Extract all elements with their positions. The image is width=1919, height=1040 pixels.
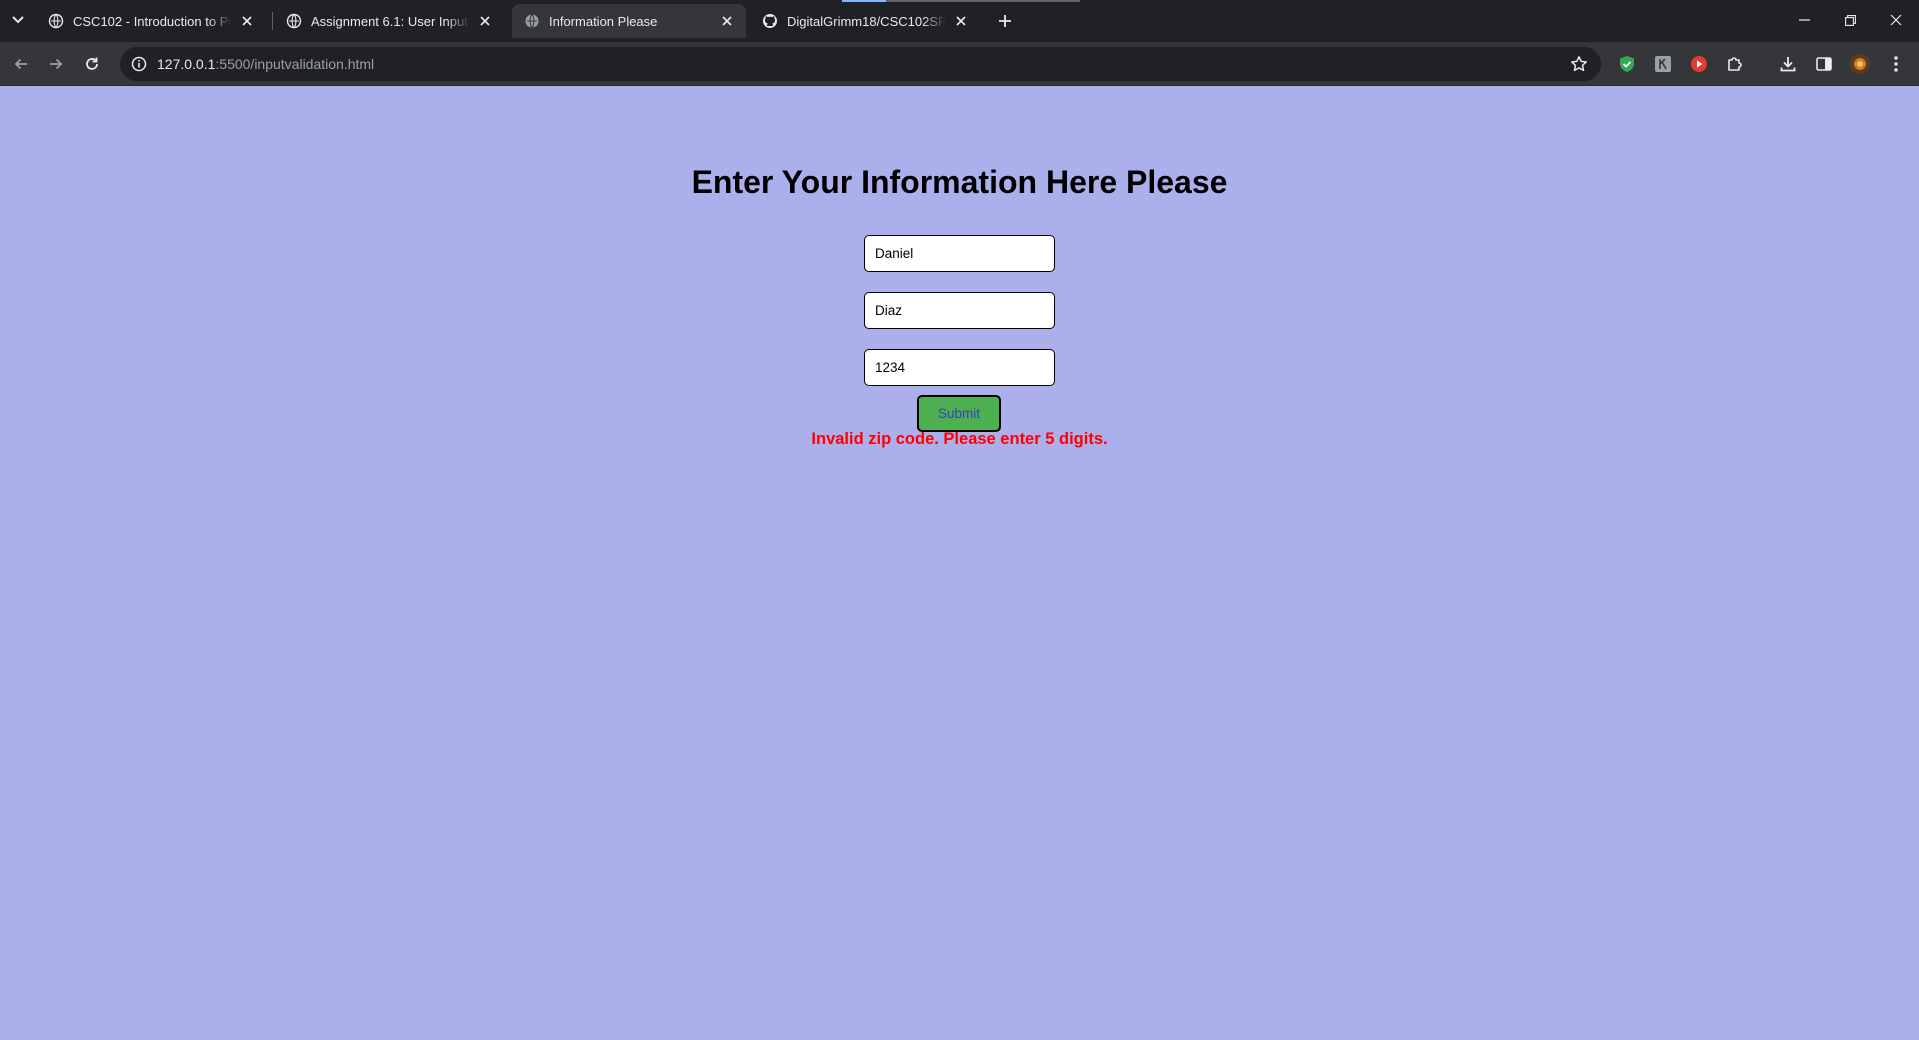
address-bar[interactable]: 127.0.0.1:5500/inputvalidation.html: [120, 47, 1601, 81]
page-content: Enter Your Information Here Please Submi…: [0, 86, 1919, 1040]
restore-window-icon[interactable]: [1827, 0, 1873, 40]
tab-csc102[interactable]: CSC102 - Introduction to Programming: [36, 4, 266, 38]
profile-avatar[interactable]: [1849, 53, 1871, 75]
url-path: :5500/inputvalidation.html: [215, 56, 375, 72]
tab-information-please[interactable]: Information Please: [512, 4, 746, 38]
shield-extension-icon[interactable]: [1616, 53, 1638, 75]
tab-title: DigitalGrimm18/CSC102SP2401: [787, 13, 946, 29]
browser-menu-icon[interactable]: [1885, 53, 1907, 75]
tab-title: Assignment 6.1: User Input Validation: [311, 13, 470, 29]
url-text[interactable]: 127.0.0.1:5500/inputvalidation.html: [157, 56, 374, 72]
globe-icon: [48, 13, 64, 29]
bookmark-star-icon[interactable]: [1569, 54, 1589, 74]
close-tab-icon[interactable]: [238, 12, 256, 30]
browser-toolbar: 127.0.0.1:5500/inputvalidation.html: [0, 42, 1919, 86]
last-name-input[interactable]: [864, 292, 1055, 329]
forward-arrow-icon[interactable]: [42, 50, 70, 78]
tab-divider: [272, 12, 273, 30]
tab-title: CSC102 - Introduction to Programming: [73, 13, 232, 29]
reader-extension-icon[interactable]: [1652, 53, 1674, 75]
close-tab-icon[interactable]: [952, 12, 970, 30]
site-info-icon[interactable]: [129, 54, 149, 74]
close-tab-icon[interactable]: [476, 12, 494, 30]
globe-icon: [286, 13, 302, 29]
puzzle-extensions-icon[interactable]: [1724, 53, 1746, 75]
tab-strip: CSC102 - Introduction to Programming Ass…: [0, 0, 1919, 42]
submit-button[interactable]: Submit: [917, 395, 1001, 432]
url-host: 127.0.0.1: [157, 56, 216, 72]
page-heading: Enter Your Information Here Please: [691, 164, 1228, 200]
error-message: Invalid zip code. Please enter 5 digits.: [811, 430, 1108, 448]
side-panel-icon[interactable]: [1813, 53, 1835, 75]
new-tab-plus-icon[interactable]: [992, 8, 1018, 34]
zip-code-input[interactable]: [864, 349, 1055, 386]
first-name-input[interactable]: [864, 235, 1055, 272]
back-arrow-icon[interactable]: [7, 50, 35, 78]
youtube-extension-icon[interactable]: [1688, 53, 1710, 75]
downloads-icon[interactable]: [1777, 53, 1799, 75]
close-tab-icon[interactable]: [718, 12, 736, 30]
tab-active-underline: [842, 0, 886, 2]
tab-github-repo[interactable]: DigitalGrimm18/CSC102SP2401: [750, 4, 980, 38]
github-icon: [762, 13, 778, 29]
minimize-window-icon[interactable]: [1781, 0, 1827, 40]
reload-icon[interactable]: [78, 50, 106, 78]
tab-title: Information Please: [549, 13, 658, 29]
globe-icon: [524, 13, 540, 29]
close-window-icon[interactable]: [1873, 0, 1919, 40]
tab-search-chevron-icon[interactable]: [6, 8, 30, 32]
tab-assignment-6-1[interactable]: Assignment 6.1: User Input Validation: [274, 4, 504, 38]
